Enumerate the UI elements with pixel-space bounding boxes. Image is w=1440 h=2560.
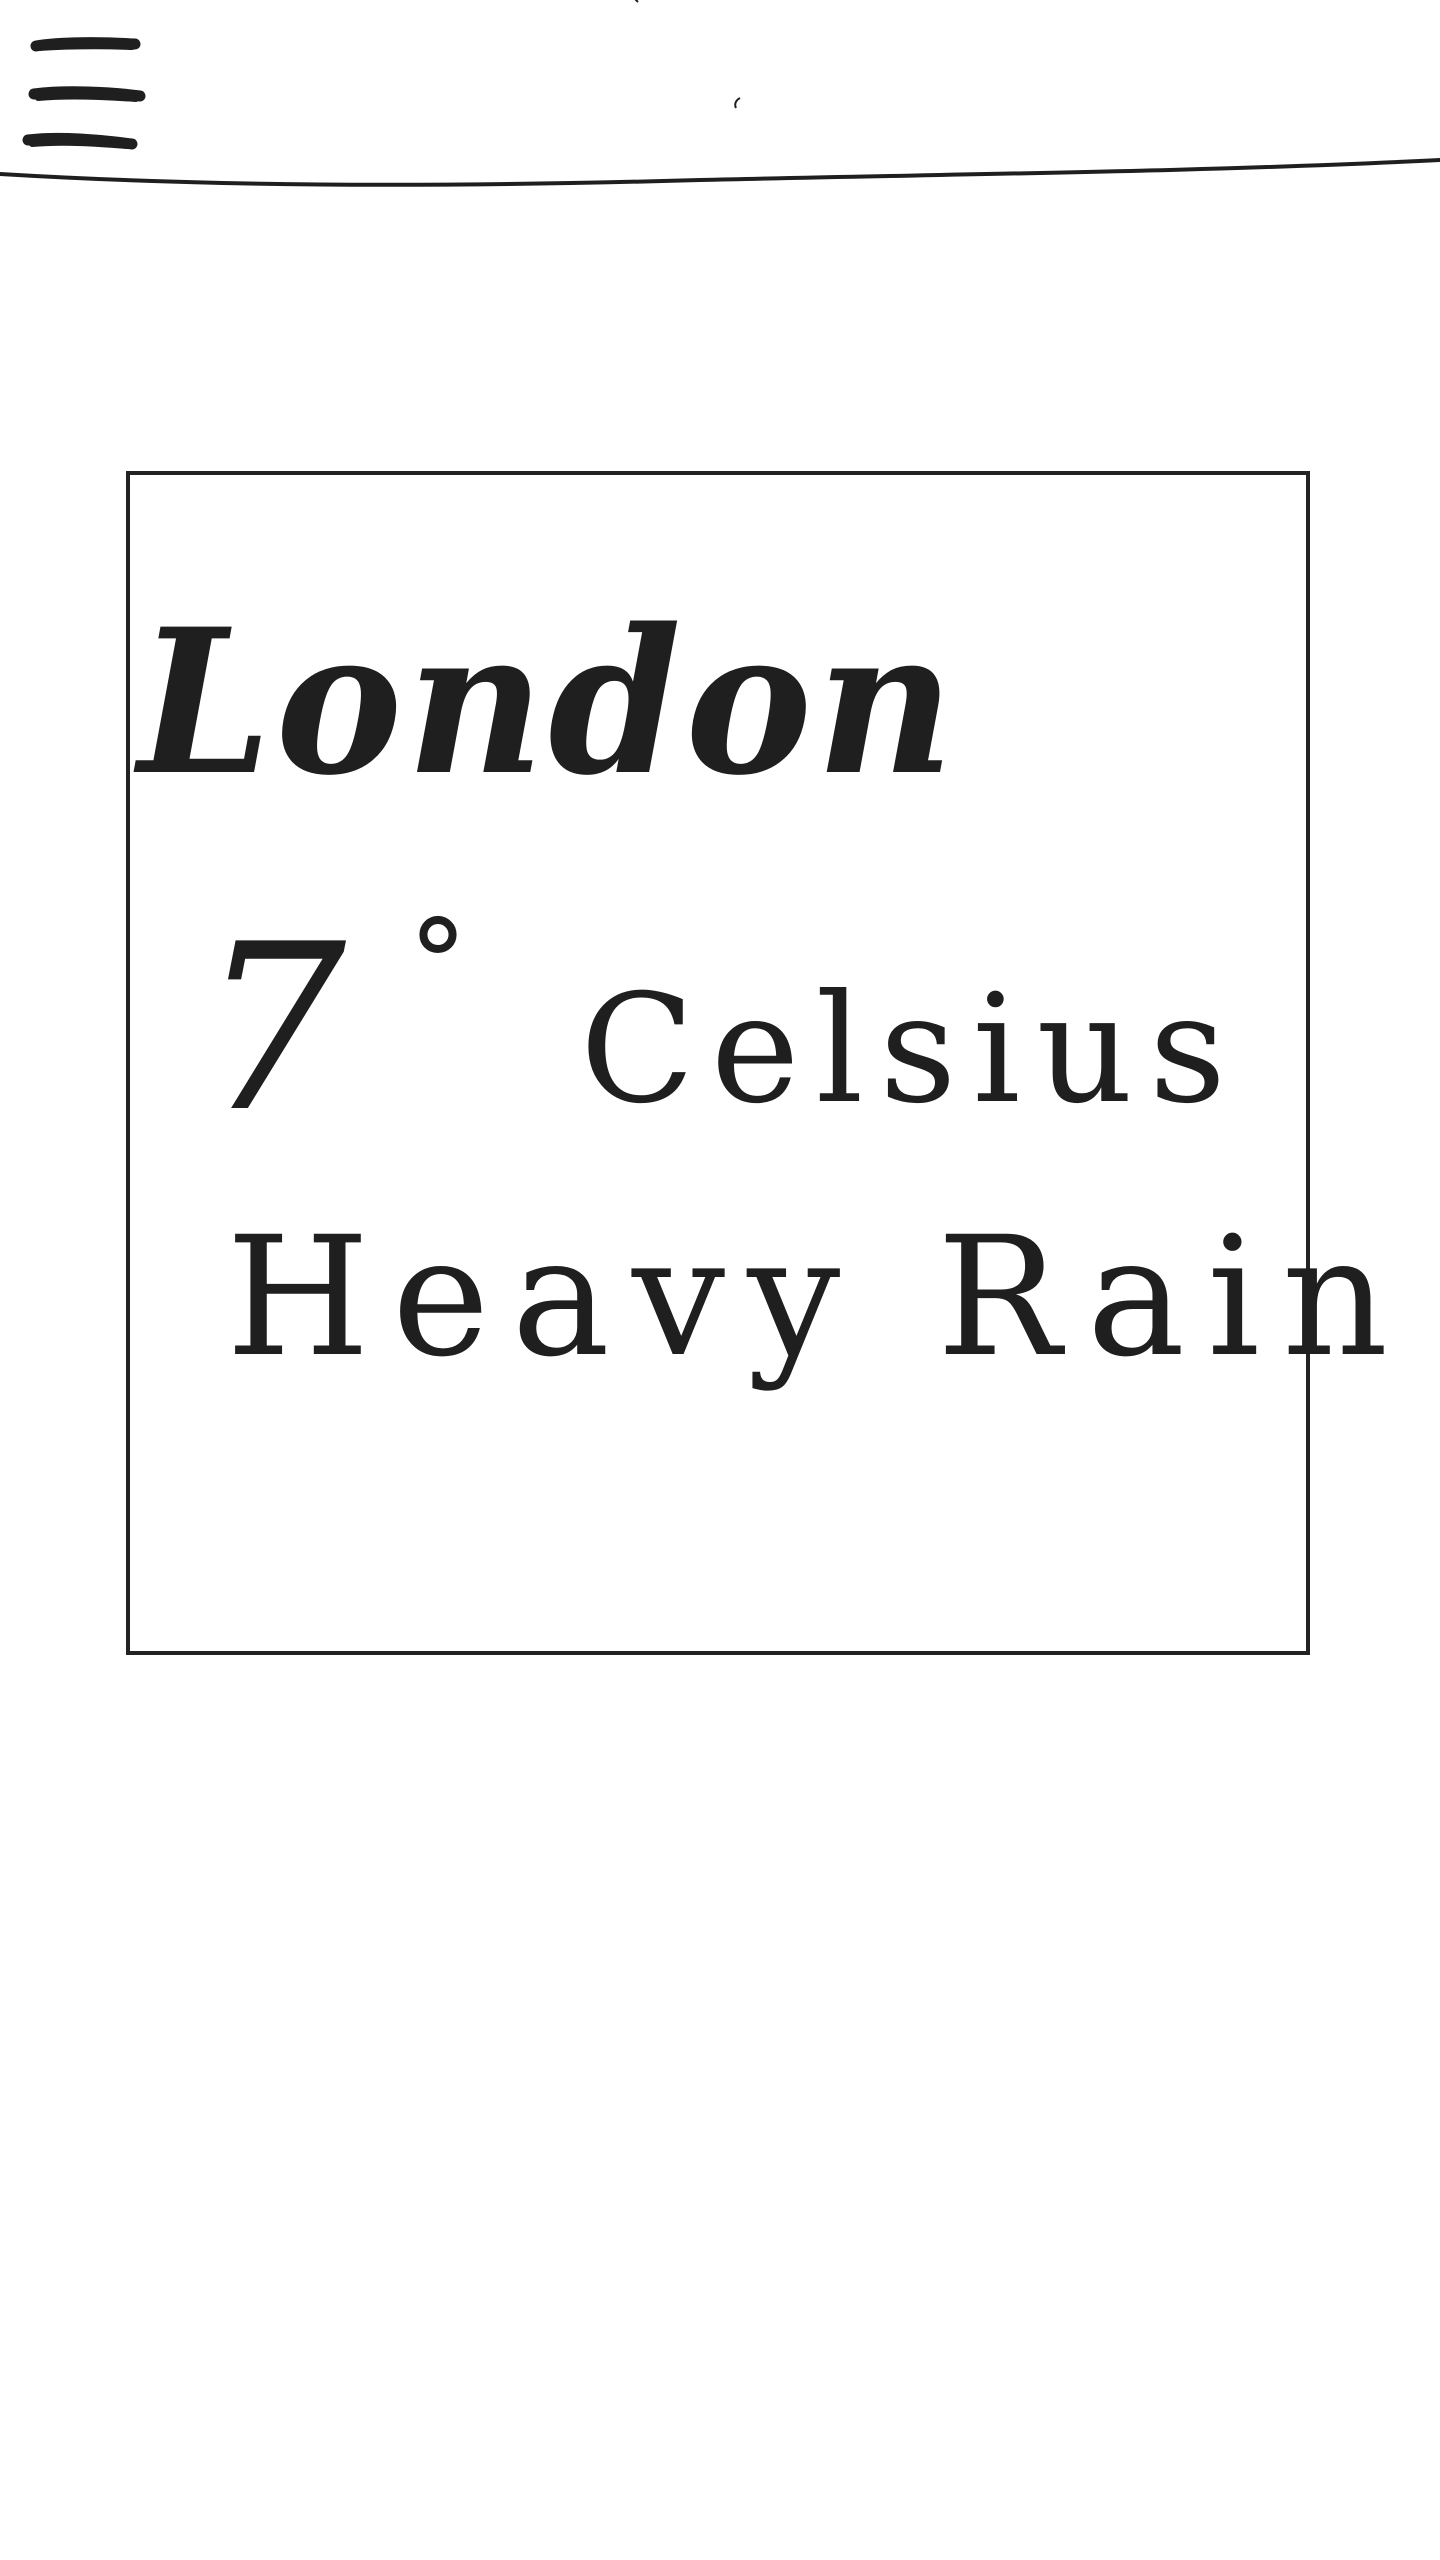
app-header bbox=[0, 0, 1440, 200]
weather-condition: Heavy Rain bbox=[226, 1201, 1411, 1393]
header-divider bbox=[0, 150, 1440, 200]
hamburger-menu-icon bbox=[22, 37, 146, 150]
temperature-value: 7 bbox=[200, 896, 347, 1163]
temperature-row: 7 ° Celsius bbox=[200, 896, 1280, 1163]
city-name: London bbox=[138, 585, 959, 820]
stray-ink-mark bbox=[734, 97, 741, 109]
stray-ink-mark bbox=[634, 0, 639, 3]
degree-symbol: ° bbox=[408, 895, 468, 1034]
temperature-unit: Celsius bbox=[580, 963, 1243, 1137]
weather-card: London 7 ° Celsius Heavy Rain bbox=[126, 471, 1388, 1655]
menu-button[interactable] bbox=[20, 28, 150, 168]
